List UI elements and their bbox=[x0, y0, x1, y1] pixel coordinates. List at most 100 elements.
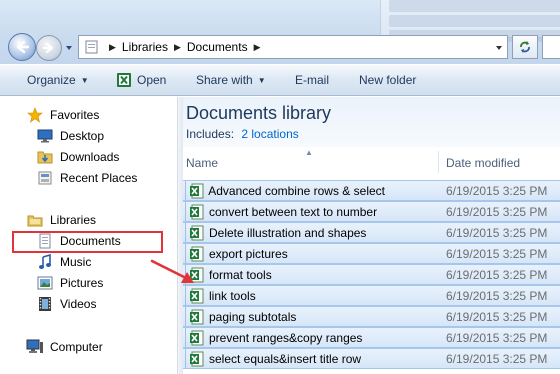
column-divider[interactable] bbox=[438, 151, 439, 173]
excel-file-icon bbox=[188, 182, 205, 200]
file-date-modified: 6/19/2015 3:25 PM bbox=[446, 205, 548, 219]
file-list-pane: Documents library Includes: 2 locations … bbox=[183, 97, 560, 374]
excel-icon bbox=[116, 72, 132, 88]
nav-computer-label: Computer bbox=[50, 340, 103, 354]
nav-item-downloads[interactable]: Downloads bbox=[36, 147, 119, 167]
file-name: convert between text to number bbox=[209, 204, 378, 219]
locations-link[interactable]: 2 locations bbox=[241, 127, 298, 141]
breadcrumb-separator-icon[interactable]: ▶ bbox=[109, 42, 116, 53]
file-name-cell[interactable]: Delete illustration and shapes bbox=[185, 223, 385, 242]
chevron-down-icon: ▼ bbox=[80, 75, 89, 85]
file-date-modified: 6/19/2015 3:25 PM bbox=[446, 226, 548, 240]
file-row[interactable]: link tools 6/19/2015 3:25 PM bbox=[183, 285, 560, 306]
background-menu-ghost bbox=[380, 0, 560, 42]
search-box[interactable] bbox=[542, 35, 560, 59]
nav-item-pictures[interactable]: Pictures bbox=[36, 273, 103, 293]
file-name: Advanced combine rows & select bbox=[208, 183, 385, 198]
file-date-modified: 6/19/2015 3:25 PM bbox=[446, 268, 548, 282]
nav-favorites-label: Favorites bbox=[50, 108, 100, 122]
recent-pages-dropdown-icon[interactable] bbox=[64, 43, 74, 53]
file-date-modified: 6/19/2015 3:25 PM bbox=[446, 310, 548, 324]
file-name-cell[interactable]: export pictures bbox=[185, 244, 385, 263]
breadcrumb-libraries[interactable]: Libraries bbox=[122, 40, 168, 54]
excel-file-icon bbox=[188, 308, 206, 326]
breadcrumb-separator-icon[interactable]: ▶ bbox=[254, 42, 261, 53]
nav-item-videos[interactable]: Videos bbox=[36, 294, 96, 314]
refresh-button[interactable] bbox=[512, 35, 538, 59]
address-bar-area: ▶ Libraries ▶ Documents ▶ bbox=[0, 0, 560, 64]
library-includes: Includes: 2 locations bbox=[186, 127, 299, 141]
nav-favorites[interactable]: Favorites bbox=[26, 105, 99, 125]
column-header-date-modified[interactable]: Date modified bbox=[446, 156, 520, 170]
excel-file-icon bbox=[188, 350, 206, 368]
film-icon bbox=[36, 295, 54, 313]
forward-arrow-icon bbox=[43, 42, 54, 54]
star-icon bbox=[26, 106, 44, 124]
file-name-cell[interactable]: format tools bbox=[185, 265, 385, 284]
forward-button[interactable] bbox=[36, 35, 62, 61]
file-row[interactable]: export pictures 6/19/2015 3:25 PM bbox=[183, 243, 560, 264]
annotation-highlight-box bbox=[12, 231, 163, 253]
file-name-cell[interactable]: link tools bbox=[185, 286, 385, 305]
new-folder-button[interactable]: New folder bbox=[359, 65, 416, 95]
file-row[interactable]: Advanced combine rows & select 6/19/2015 … bbox=[183, 180, 560, 201]
music-note-icon bbox=[36, 253, 54, 271]
nav-item-label: Downloads bbox=[60, 150, 120, 164]
chevron-down-icon: ▼ bbox=[257, 75, 266, 85]
file-name: paging subtotals bbox=[209, 309, 297, 324]
address-box[interactable]: ▶ Libraries ▶ Documents ▶ bbox=[78, 35, 508, 59]
excel-file-icon bbox=[188, 203, 206, 221]
file-name-cell[interactable]: Advanced combine rows & select bbox=[185, 181, 385, 200]
nav-item-label: Music bbox=[60, 255, 92, 269]
file-row[interactable]: prevent ranges&copy ranges 6/19/2015 3:25… bbox=[183, 327, 560, 348]
nav-item-recent-places[interactable]: Recent Places bbox=[36, 168, 137, 188]
file-name: prevent ranges&copy ranges bbox=[209, 330, 363, 345]
email-button[interactable]: E-mail bbox=[295, 65, 329, 95]
file-row[interactable]: format tools 6/19/2015 3:25 PM bbox=[183, 264, 560, 285]
file-row[interactable]: Delete illustration and shapes 6/19/2015 … bbox=[183, 222, 560, 243]
excel-file-icon bbox=[188, 329, 206, 347]
file-row[interactable]: paging subtotals 6/19/2015 3:25 PM bbox=[183, 306, 560, 327]
file-name-cell[interactable]: prevent ranges&copy ranges bbox=[185, 328, 385, 347]
column-header-row: ▲ Name Date modified bbox=[183, 148, 560, 173]
file-name-cell[interactable]: convert between text to number bbox=[185, 202, 385, 221]
column-header-name[interactable]: Name bbox=[186, 156, 218, 170]
file-row[interactable]: convert between text to number 6/19/2015 … bbox=[183, 201, 560, 222]
share-with-menu[interactable]: Share with ▼ bbox=[196, 65, 266, 95]
breadcrumb-separator-icon[interactable]: ▶ bbox=[174, 42, 181, 53]
organize-menu[interactable]: Organize ▼ bbox=[27, 65, 89, 95]
open-label: Open bbox=[137, 73, 167, 87]
library-title: Documents library bbox=[186, 103, 332, 123]
email-label: E-mail bbox=[295, 73, 330, 87]
back-button[interactable] bbox=[8, 33, 36, 61]
nav-item-label: Desktop bbox=[60, 129, 105, 143]
sort-ascending-icon: ▲ bbox=[305, 148, 313, 157]
nav-libraries[interactable]: Libraries bbox=[26, 210, 96, 230]
file-date-modified: 6/19/2015 3:25 PM bbox=[446, 352, 548, 366]
address-history-dropdown-icon[interactable] bbox=[495, 44, 503, 52]
nav-libraries-label: Libraries bbox=[50, 213, 97, 227]
command-bar: Organize ▼ Open Share with ▼ E-mail New … bbox=[0, 64, 560, 96]
annotation-arrow-icon bbox=[150, 259, 194, 283]
nav-item-label: Recent Places bbox=[60, 171, 138, 185]
folder-icon bbox=[81, 36, 103, 58]
file-date-modified: 6/19/2015 3:25 PM bbox=[446, 289, 548, 303]
breadcrumb-documents[interactable]: Documents bbox=[187, 40, 248, 54]
pictures-icon bbox=[36, 274, 54, 292]
file-name-cell[interactable]: paging subtotals bbox=[185, 307, 385, 326]
excel-file-icon bbox=[188, 224, 206, 242]
organize-label: Organize bbox=[27, 73, 76, 87]
nav-item-desktop[interactable]: Desktop bbox=[36, 126, 104, 146]
nav-computer[interactable]: Computer bbox=[26, 337, 103, 357]
breadcrumb: ▶ Libraries ▶ Documents ▶ bbox=[103, 40, 267, 54]
nav-item-label: Pictures bbox=[60, 276, 104, 290]
file-date-modified: 6/19/2015 3:25 PM bbox=[446, 184, 548, 198]
refresh-icon bbox=[520, 41, 530, 53]
file-row[interactable]: select equals&insert title row 6/19/2015 … bbox=[183, 348, 560, 369]
back-arrow-icon bbox=[16, 40, 29, 54]
file-name: export pictures bbox=[209, 246, 288, 261]
open-button[interactable]: Open bbox=[116, 65, 166, 95]
file-name-cell[interactable]: select equals&insert title row bbox=[185, 349, 385, 368]
nav-item-label: Videos bbox=[60, 297, 97, 311]
nav-item-music[interactable]: Music bbox=[36, 252, 91, 272]
